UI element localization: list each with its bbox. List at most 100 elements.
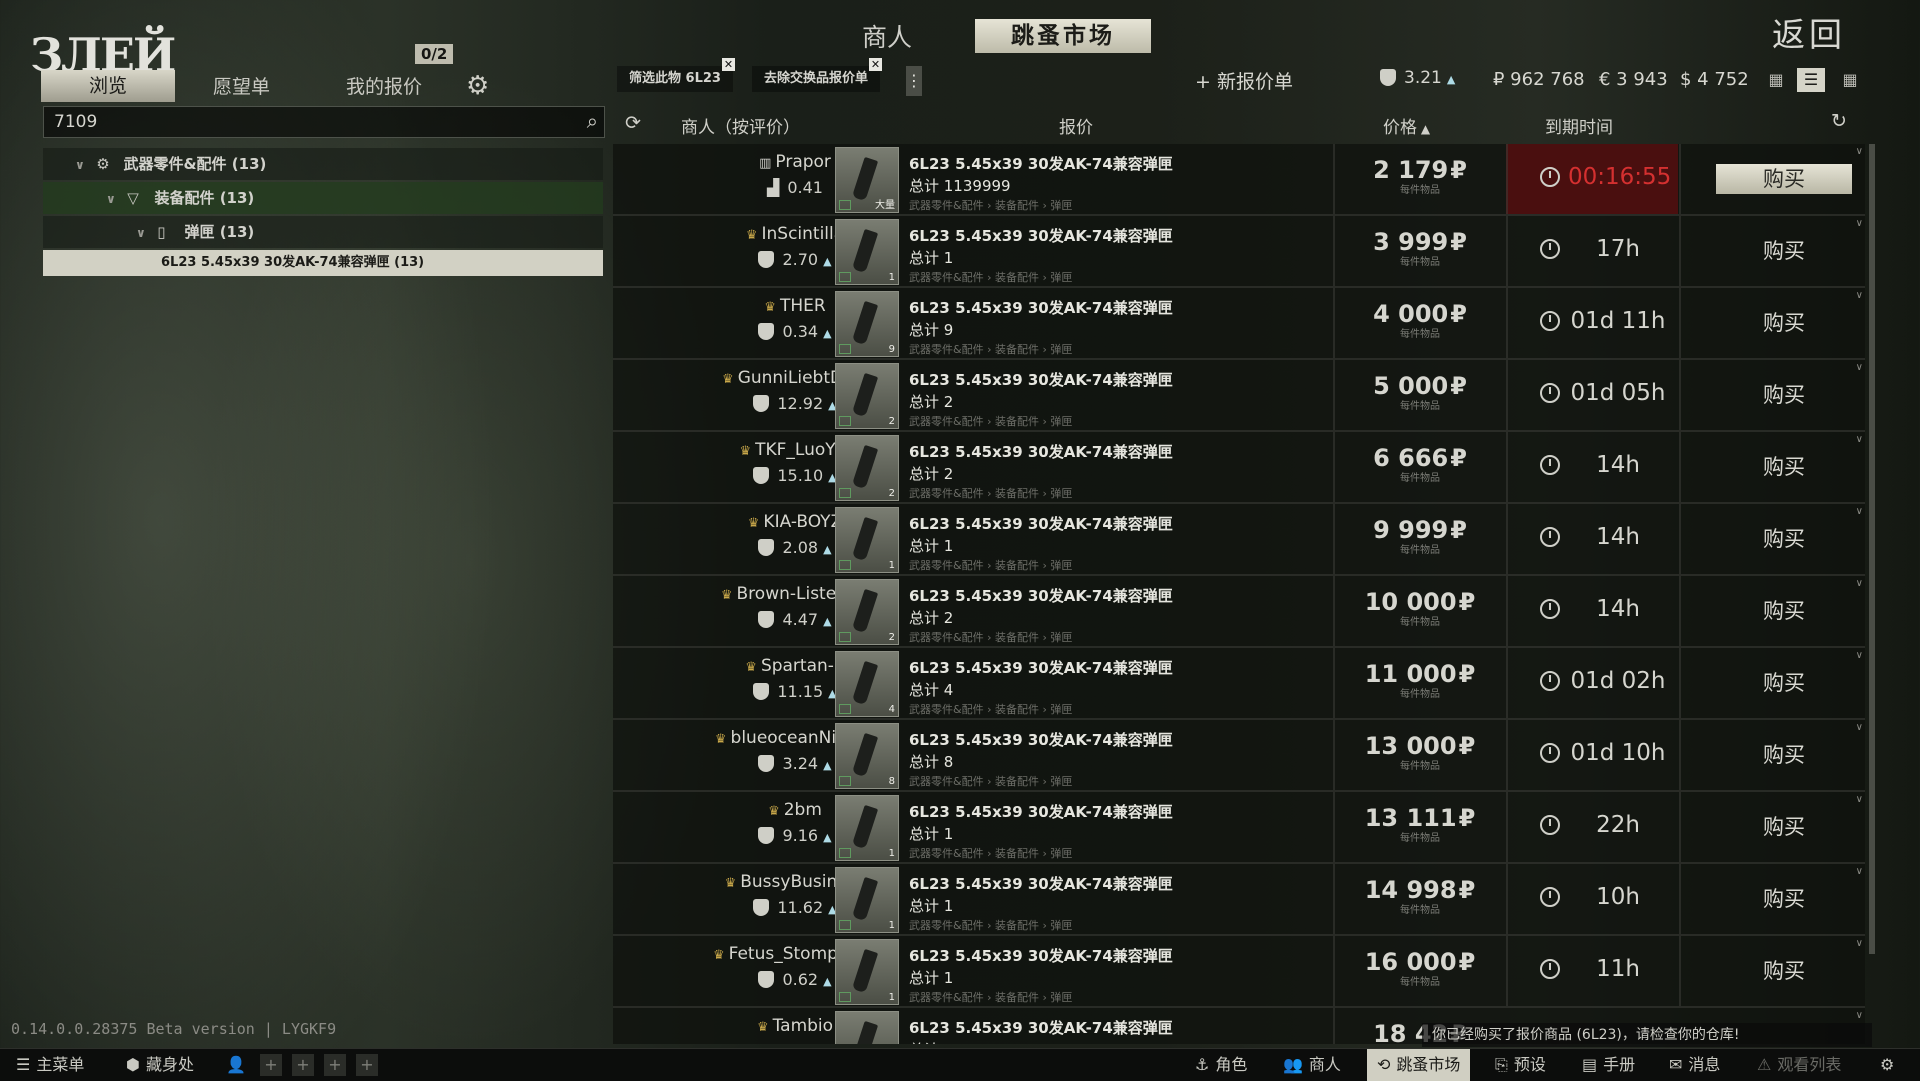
new-offer-button[interactable]: + 新报价单 — [1195, 67, 1293, 94]
item-image[interactable]: 2 — [835, 579, 899, 645]
back-button[interactable]: 返回 — [1772, 8, 1846, 56]
offer-row[interactable]: ♛ blueoceanNiuNiu 3.24 ▲ 8 6L23 5.45x39 30发AK… — [613, 720, 1865, 792]
chevron-down-icon[interactable]: ∨ — [1856, 938, 1863, 949]
tree-category-weapon-parts[interactable]: ∨ ⚙ 武器零件&配件 (13) — [43, 148, 603, 180]
buy-button[interactable]: 购买 — [1716, 740, 1852, 770]
refresh-icon[interactable]: ⟳ — [625, 112, 641, 134]
buy-button[interactable]: 购买 — [1716, 956, 1852, 986]
item-image[interactable]: 1 — [835, 219, 899, 285]
buy-button[interactable]: 购买 — [1716, 380, 1852, 410]
filter-chip-remove-barter[interactable]: 去除交换品报价单 ✕ — [752, 58, 883, 92]
taskbar-main-menu[interactable]: ☰ 主菜单 — [16, 1049, 84, 1081]
offer-row[interactable]: ♛ BussyBusiness 11.62 ▲ 1 6L23 5.45x39 30发AK-… — [613, 864, 1865, 936]
taskbar-handbook[interactable]: ▤ 手册 — [1582, 1049, 1635, 1081]
item-image[interactable]: 1 — [835, 507, 899, 573]
item-image[interactable]: 1 — [835, 795, 899, 861]
tree-category-magazines[interactable]: ∨ ▯ 弹匣 (13) — [43, 216, 603, 248]
view-grid-icon[interactable]: ▦ — [1836, 68, 1864, 92]
item-image[interactable]: 2 — [835, 435, 899, 501]
buy-button[interactable]: 购买 — [1716, 236, 1852, 266]
buy-button[interactable]: 购买 — [1716, 524, 1852, 554]
chevron-down-icon[interactable]: ∨ — [1856, 722, 1863, 733]
item-image[interactable]: 1 — [835, 867, 899, 933]
filter-chip-item[interactable]: 筛选此物 6L23 ✕ — [617, 58, 735, 92]
offer-row[interactable]: ♛ Fetus_Stomper93 0.62 ▲ 1 6L23 5.45x39 30发AK… — [613, 936, 1865, 1008]
offer-row[interactable]: ♛ THER 0.34 ▲ 9 6L23 5.45x39 30发AK-74兼容弹匣 总计 9… — [613, 288, 1865, 360]
taskbar-add-slot[interactable]: + — [356, 1054, 378, 1076]
offer-row[interactable]: ♛ Brown-Listerine 4.47 ▲ 2 6L23 5.45x39 30发AK… — [613, 576, 1865, 648]
taskbar-watchlist[interactable]: ⚠ 观看列表 — [1757, 1049, 1841, 1081]
offer-row[interactable]: ♛ InScintilla 2.70 ▲ 1 6L23 5.45x39 30发AK-74兼… — [613, 216, 1865, 288]
tab-wishlist[interactable]: 愿望单 — [213, 72, 270, 99]
tab-my-offers[interactable]: 我的报价 — [346, 72, 422, 99]
item-image[interactable]: 大量 — [835, 147, 899, 213]
expiry-cell: 14h — [1506, 576, 1678, 646]
offer-row[interactable]: ♛ GunniLiebtDich 12.92 ▲ 2 6L23 5.45x39 30发AK… — [613, 360, 1865, 432]
taskbar-presets[interactable]: ⎘ 预设 — [1495, 1049, 1546, 1081]
item-category-path: 武器零件&配件 › 装备配件 › 弹匣 — [909, 703, 1073, 716]
view-list-icon[interactable]: ☰ — [1797, 68, 1825, 92]
item-total: 总计 2 — [909, 393, 954, 411]
chevron-down-icon[interactable]: ∨ — [1856, 434, 1863, 445]
taskbar-messages[interactable]: ✉ 消息 — [1669, 1049, 1720, 1081]
header-offer[interactable]: 报价 — [1059, 113, 1093, 138]
tab-browse[interactable]: 浏览 — [41, 70, 175, 102]
buy-button[interactable]: 购买 — [1716, 596, 1852, 626]
close-icon[interactable]: ✕ — [869, 58, 883, 71]
expiry-time: 14h — [1596, 596, 1640, 622]
item-image[interactable]: 8 — [835, 723, 899, 789]
item-image[interactable]: 4 — [835, 651, 899, 717]
chevron-down-icon[interactable]: ∨ — [1856, 578, 1863, 589]
taskbar-flea-market[interactable]: ⟲ 跳蚤市场 — [1367, 1049, 1471, 1081]
buy-button[interactable]: 购买 — [1716, 308, 1852, 338]
search-icon[interactable]: ⌕ — [587, 109, 598, 133]
search-input[interactable] — [52, 110, 576, 134]
buy-button[interactable]: 购买 — [1716, 164, 1852, 194]
offer-cell: 6L23 5.45x39 30发AK-74兼容弹匣 总计 1 武器零件&配件 › 装… — [909, 225, 1329, 285]
buy-button[interactable]: 购买 — [1716, 668, 1852, 698]
header-trader[interactable]: 商人（按评价） — [681, 113, 800, 138]
offer-row[interactable]: ♛ 2bm 9.16 ▲ 1 6L23 5.45x39 30发AK-74兼容弹匣 总计 1 武… — [613, 792, 1865, 864]
chevron-down-icon[interactable]: ∨ — [1856, 506, 1863, 517]
offer-row[interactable]: ♛ TKF_LuoYin 15.10 ▲ 2 6L23 5.45x39 30发AK-74兼… — [613, 432, 1865, 504]
buy-button[interactable]: 购买 — [1716, 884, 1852, 914]
header-price[interactable]: 价格 ▲ — [1383, 113, 1430, 138]
buy-button[interactable]: 购买 — [1716, 452, 1852, 482]
seller-rating-value: 11.15 — [777, 682, 824, 701]
taskbar-add-slot[interactable]: + — [324, 1054, 346, 1076]
gear-icon[interactable]: ⚙ — [1880, 1049, 1894, 1081]
buy-button[interactable]: 购买 — [1716, 812, 1852, 842]
taskbar-profile-slot[interactable]: 👤 — [226, 1049, 246, 1081]
item-image[interactable] — [835, 1011, 899, 1044]
chevron-down-icon[interactable]: ∨ — [1856, 794, 1863, 805]
chevron-down-icon[interactable]: ∨ — [1856, 1010, 1863, 1021]
taskbar-character[interactable]: ⚓ 角色 — [1195, 1049, 1247, 1081]
taskbar-add-slot[interactable]: + — [260, 1054, 282, 1076]
gear-icon[interactable]: ⚙ — [466, 71, 489, 101]
tree-category-gear-parts[interactable]: ∨ ▽ 装备配件 (13) — [43, 182, 603, 214]
chevron-down-icon[interactable]: ∨ — [1856, 866, 1863, 877]
chevron-down-icon[interactable]: ∨ — [1856, 362, 1863, 373]
offer-row[interactable]: ♛ KIA-BOYZ 2.08 ▲ 1 6L23 5.45x39 30发AK-74兼容弹匣… — [613, 504, 1865, 576]
taskbar-hideout[interactable]: ⬢ 藏身处 — [126, 1049, 194, 1081]
tab-traders[interactable]: 商人 — [832, 18, 942, 54]
chevron-down-icon[interactable]: ∨ — [1856, 290, 1863, 301]
offer-row[interactable]: ♛ Spartan-S 11.15 ▲ 4 6L23 5.45x39 30发AK-74兼容… — [613, 648, 1865, 720]
header-expiry[interactable]: 到期时间 — [1545, 113, 1613, 138]
offer-row[interactable]: ▥ Prapor ▟ 0.41 大量 6L23 5.45x39 30发AK-74兼容弹匣总… — [613, 144, 1865, 216]
taskbar-traders[interactable]: 👥 商人 — [1283, 1049, 1341, 1081]
tab-flea-market[interactable]: 跳蚤市场 — [975, 19, 1151, 53]
tree-item-6l23[interactable]: 6L23 5.45x39 30发AK-74兼容弹匣 (13) — [43, 250, 603, 276]
view-compact-icon[interactable]: ▦ — [1762, 68, 1790, 92]
close-icon[interactable]: ✕ — [721, 58, 735, 71]
reload-icon[interactable]: ↻ — [1831, 110, 1847, 132]
item-image[interactable]: 9 — [835, 291, 899, 357]
taskbar-add-slot[interactable]: + — [292, 1054, 314, 1076]
item-image[interactable]: 1 — [835, 939, 899, 1005]
chevron-down-icon[interactable]: ∨ — [1856, 146, 1863, 157]
item-image[interactable]: 2 — [835, 363, 899, 429]
scrollbar[interactable] — [1869, 144, 1875, 954]
chevron-down-icon[interactable]: ∨ — [1856, 218, 1863, 229]
more-filters-button[interactable]: ⋮ — [906, 66, 922, 96]
chevron-down-icon[interactable]: ∨ — [1856, 650, 1863, 661]
